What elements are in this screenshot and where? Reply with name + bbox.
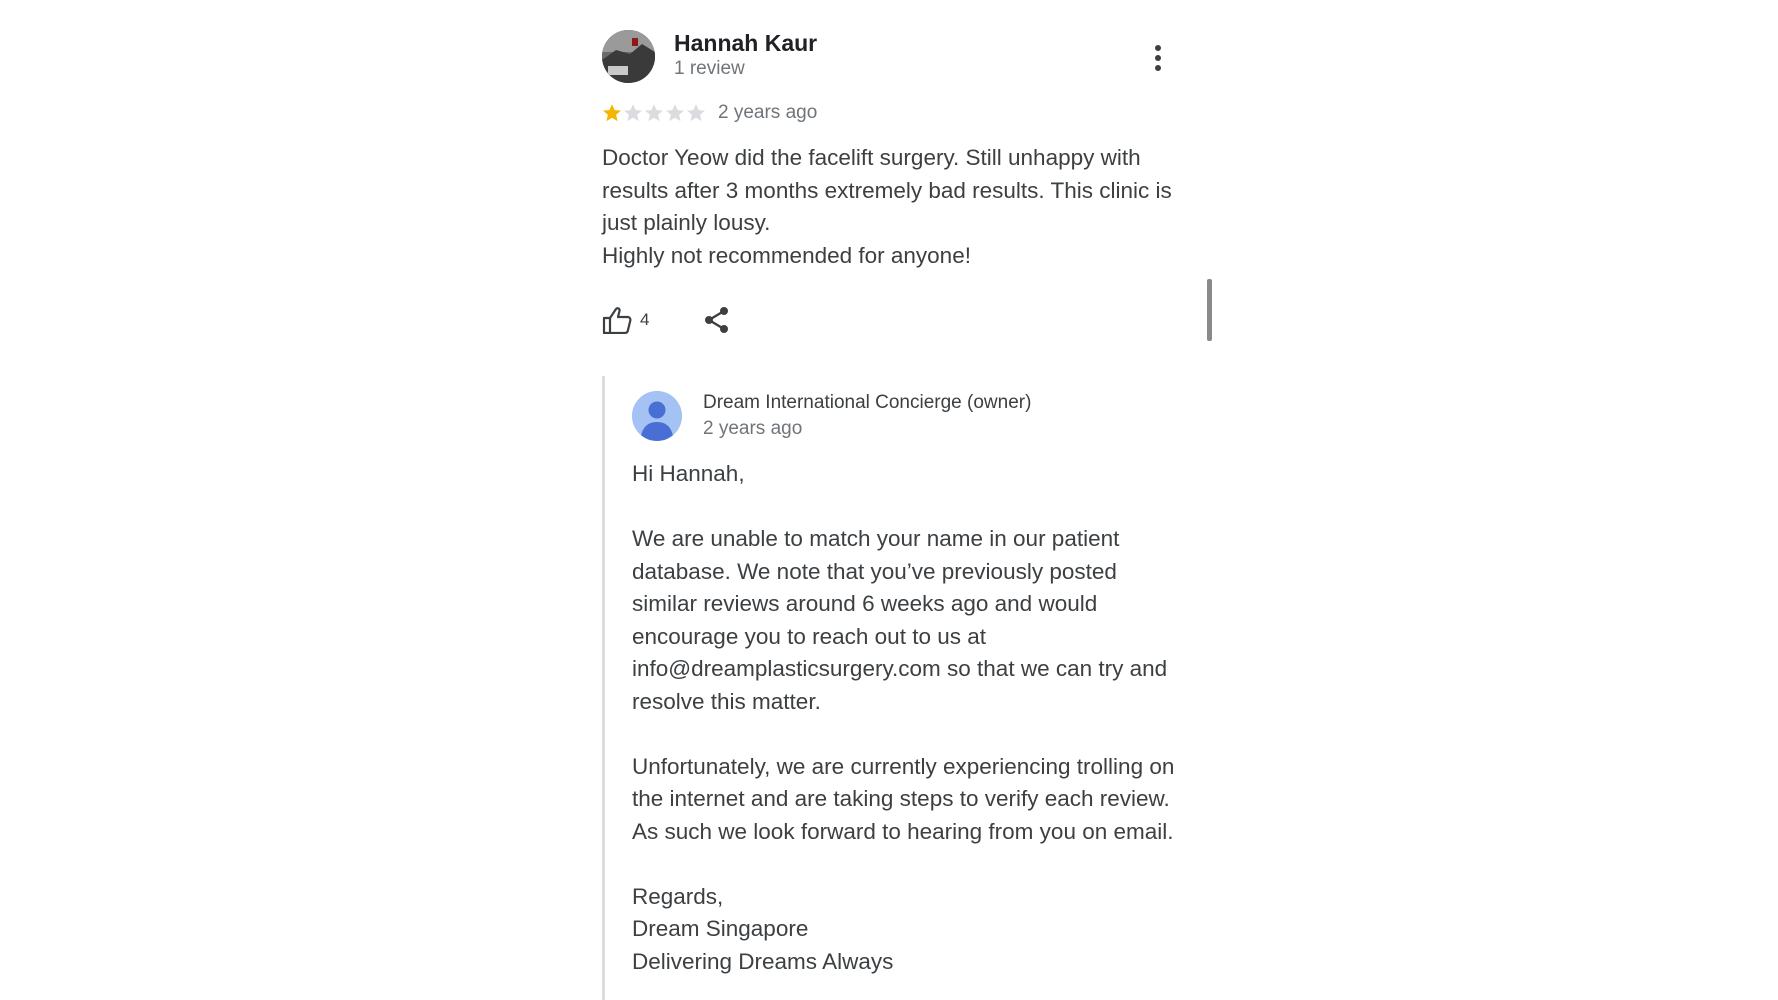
reviewer-name[interactable]: Hannah Kaur [674,30,817,57]
review-text-line: Highly not recommended for anyone! [602,242,971,268]
owner-name: Dream International Concierge (owner) [703,392,1032,413]
review-text: Doctor Yeow did the facelift surgery. St… [602,142,1187,272]
reviewer-avatar[interactable] [602,30,655,83]
thumbs-up-icon [602,307,632,334]
review-date: 2 years ago [718,102,818,123]
owner-reply-signoff: Regards, [632,883,724,909]
owner-reply-text: Hi Hannah, We are unable to match your n… [632,458,1187,978]
owner-avatar [632,391,682,441]
more-vert-dot [1155,65,1161,71]
like-count: 4 [640,310,650,329]
owner-reply-paragraph: Unfortunately, we are currently experien… [632,753,1175,844]
rating-row: 2 years ago [602,98,817,128]
more-options-button[interactable] [1146,40,1170,76]
star-empty-icon [624,104,642,122]
star-empty-icon [645,104,663,122]
like-button[interactable]: 4 [602,306,649,334]
review-actions: 4 [602,303,731,337]
owner-reply: Dream International Concierge (owner) 2 … [602,376,1185,1000]
reviewer-review-count: 1 review [674,58,745,79]
owner-reply-date: 2 years ago [703,418,803,439]
owner-reply-paragraph: We are unable to match your name in our … [632,526,1168,714]
star-empty-icon [666,104,684,122]
star-filled-icon [603,104,621,122]
review-text-line: Doctor Yeow did the facelift surgery. St… [602,145,1172,235]
more-vert-dot [1155,55,1161,61]
owner-reply-signoff: Delivering Dreams Always [632,948,894,974]
avatar-photo [602,30,655,83]
scrollbar-thumb[interactable] [1207,279,1212,341]
owner-reply-signoff: Dream Singapore [632,916,809,941]
star-rating [602,103,706,123]
share-button[interactable] [703,306,731,334]
review-card: Hannah Kaur 1 review 2 years ago Doctor … [602,26,1182,1000]
person-icon [632,391,682,441]
owner-reply-greeting: Hi Hannah, [632,461,745,486]
more-vert-icon [1155,45,1161,51]
star-empty-icon [687,104,705,122]
share-icon [705,307,729,333]
